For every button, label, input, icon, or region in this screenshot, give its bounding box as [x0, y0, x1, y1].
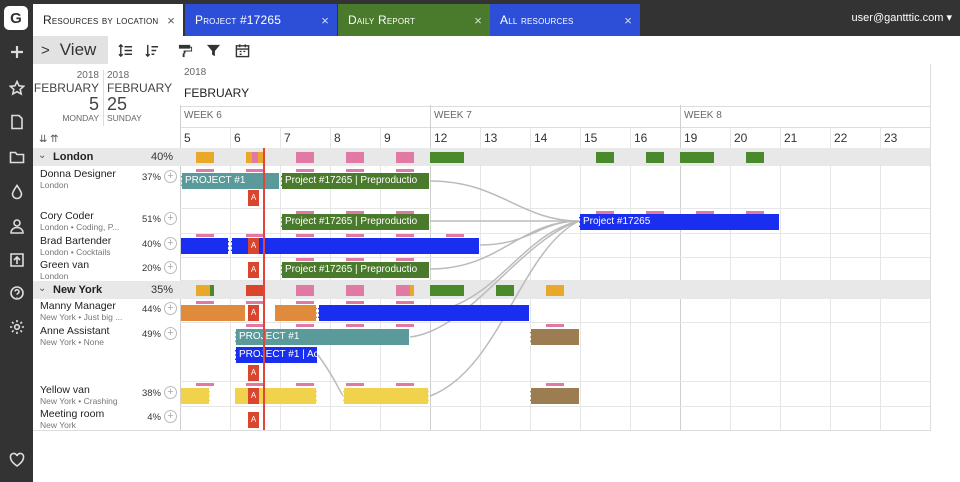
- absence-tag[interactable]: A: [248, 190, 259, 206]
- summary-bar: [680, 152, 714, 163]
- capacity-marker: [296, 169, 314, 172]
- capacity-marker: [246, 301, 264, 304]
- task-bar[interactable]: Project #17265 | Preproductio: [281, 262, 429, 278]
- summary-bar: [396, 285, 410, 296]
- capacity-marker: [346, 301, 364, 304]
- summary-bar: [546, 285, 564, 296]
- capacity-marker: [296, 234, 314, 237]
- summary-bar: [496, 285, 514, 296]
- capacity-marker: [396, 383, 414, 386]
- absence-tag[interactable]: A: [248, 262, 259, 278]
- divider: [33, 430, 930, 431]
- task-bar[interactable]: [318, 305, 529, 321]
- task-bar[interactable]: [275, 305, 317, 321]
- capacity-marker: [346, 234, 364, 237]
- absence-tag[interactable]: A: [248, 238, 259, 254]
- capacity-marker: [396, 234, 414, 237]
- summary-bar: [246, 285, 264, 296]
- capacity-marker: [396, 169, 414, 172]
- summary-bar: [296, 285, 314, 296]
- task-bar[interactable]: [343, 388, 429, 404]
- summary-bar: [252, 152, 258, 163]
- summary-bar: [296, 152, 314, 163]
- capacity-marker: [546, 383, 564, 386]
- capacity-marker: [546, 324, 564, 327]
- summary-bar: [196, 152, 214, 163]
- capacity-marker: [396, 301, 414, 304]
- capacity-marker: [296, 324, 314, 327]
- divider: [930, 64, 931, 431]
- capacity-marker: [246, 383, 264, 386]
- capacity-marker: [346, 383, 364, 386]
- app-root: G Resources by location × Project #17265 ×…: [0, 0, 960, 482]
- capacity-marker: [196, 169, 214, 172]
- task-bar[interactable]: [231, 238, 479, 254]
- capacity-marker: [296, 301, 314, 304]
- task-bar[interactable]: PROJECT #1 | Ac: [235, 347, 317, 363]
- summary-bar: [346, 152, 364, 163]
- task-bar[interactable]: PROJECT #1: [235, 329, 409, 345]
- summary-bar: [646, 152, 664, 163]
- absence-tag[interactable]: A: [248, 412, 259, 428]
- capacity-marker: [196, 234, 214, 237]
- summary-bar: [430, 285, 464, 296]
- capacity-marker: [396, 324, 414, 327]
- task-bar[interactable]: Project #17265 | Preproductio: [281, 173, 429, 189]
- dependency-lines: [317, 180, 580, 397]
- absence-tag[interactable]: A: [248, 388, 259, 404]
- task-bar[interactable]: [181, 238, 229, 254]
- task-bar[interactable]: Project #17265 | Preproductio: [281, 214, 429, 230]
- capacity-marker: [396, 258, 414, 261]
- summary-bar: [410, 285, 414, 296]
- capacity-marker: [246, 234, 264, 237]
- summary-bar: [210, 285, 214, 296]
- capacity-marker: [296, 383, 314, 386]
- task-bar[interactable]: Project #17265: [579, 214, 779, 230]
- capacity-marker: [346, 258, 364, 261]
- absence-tag[interactable]: A: [248, 305, 259, 321]
- capacity-marker: [346, 324, 364, 327]
- summary-bar: [196, 285, 210, 296]
- summary-bar: [746, 152, 764, 163]
- summary-bar: [430, 152, 464, 163]
- task-bar[interactable]: [181, 388, 210, 404]
- capacity-marker: [346, 169, 364, 172]
- capacity-marker: [446, 234, 464, 237]
- absence-tag[interactable]: A: [248, 365, 259, 381]
- summary-bar: [596, 152, 614, 163]
- task-bar[interactable]: [181, 305, 245, 321]
- capacity-marker: [196, 383, 214, 386]
- summary-bar: [346, 285, 364, 296]
- capacity-marker: [296, 258, 314, 261]
- capacity-marker: [196, 301, 214, 304]
- summary-bar: [396, 152, 414, 163]
- capacity-marker: [246, 324, 264, 327]
- task-bar[interactable]: [530, 388, 579, 404]
- task-bar[interactable]: [530, 329, 579, 345]
- today-line: [263, 148, 265, 430]
- capacity-marker: [246, 169, 264, 172]
